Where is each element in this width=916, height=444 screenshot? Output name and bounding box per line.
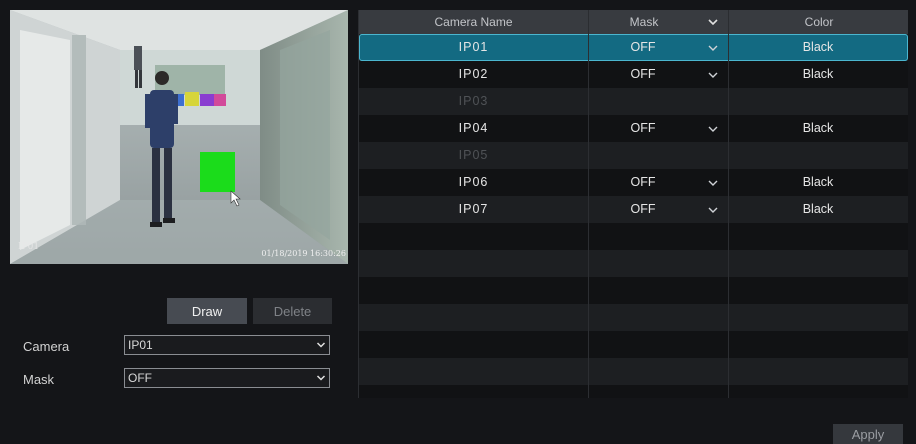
cell-mask[interactable]: OFF [588,115,698,142]
chevron-down-icon [708,45,718,51]
preview-image [10,10,348,264]
cell-color[interactable] [728,304,908,331]
mask-dropdown[interactable] [698,196,728,223]
cell-camera-name [359,250,588,277]
mask-dropdown[interactable] [698,61,728,88]
chevron-down-icon [708,126,718,132]
apply-button[interactable]: Apply [833,424,903,444]
header-mask-dropdown[interactable] [698,10,728,34]
chevron-down-icon [316,342,326,348]
privacy-mask-area [200,152,235,192]
header-camera-name: Camera Name [434,15,513,29]
cell-color[interactable] [728,358,908,385]
table-row[interactable] [359,223,908,250]
cell-mask[interactable]: OFF [588,169,698,196]
cell-mask[interactable] [588,142,698,169]
table-row[interactable]: IP06 OFF Black [359,169,908,196]
cell-mask[interactable] [588,331,698,358]
table-row[interactable] [359,277,908,304]
delete-button[interactable]: Delete [253,298,332,324]
table-row[interactable]: IP07 OFF Black [359,196,908,223]
cell-camera-name: IP01 [458,40,489,54]
cell-color[interactable] [728,331,908,358]
cell-camera-name: IP05 [458,148,489,162]
column-divider [588,34,589,398]
cell-camera-name: IP03 [458,94,489,108]
cell-color[interactable] [728,223,908,250]
cell-color[interactable] [728,142,908,169]
cell-camera-name: IP02 [458,67,489,81]
camera-select[interactable]: IP01 [124,335,330,355]
chevron-down-icon [708,72,718,78]
cell-mask[interactable] [588,304,698,331]
header-mask: Mask [588,10,699,34]
table-header: Camera Name Mask Color [359,10,908,34]
cell-color[interactable] [728,250,908,277]
camera-label: IP01 [18,242,40,252]
draw-button[interactable]: Draw [167,298,247,324]
table-row[interactable]: IP05 [359,142,908,169]
chevron-down-icon [708,207,718,213]
table-row[interactable] [359,385,908,398]
camera-preview[interactable]: IP01 01/18/2019 16:30:26 [10,10,348,264]
table-row[interactable]: IP03 [359,88,908,115]
cell-camera-name [359,358,588,385]
cell-camera-name [359,277,588,304]
cell-mask[interactable] [588,358,698,385]
cell-color[interactable] [728,277,908,304]
mask-dropdown[interactable] [698,115,728,142]
table-row[interactable] [359,304,908,331]
table-row[interactable] [359,358,908,385]
mask-select[interactable]: OFF [124,368,330,388]
cell-mask[interactable]: OFF [588,34,698,61]
table-row[interactable]: IP04 OFF Black [359,115,908,142]
camera-select-value: IP01 [128,338,153,352]
cell-camera-name [359,223,588,250]
cell-camera-name: IP06 [458,175,489,189]
chevron-down-icon [316,375,326,381]
timestamp: 01/18/2019 16:30:26 [261,249,346,258]
cell-mask[interactable] [588,385,698,398]
table-row[interactable]: IP01 OFF Black [359,34,908,61]
mask-settings-table: Camera Name Mask Color IP01 OFF Black IP02 O… [358,10,908,398]
chevron-down-icon [708,19,718,26]
mask-select-value: OFF [128,371,152,385]
cell-mask[interactable] [588,250,698,277]
table-row[interactable] [359,250,908,277]
cell-camera-name: IP07 [458,202,489,216]
cell-camera-name [359,331,588,358]
table-row[interactable]: IP02 OFF Black [359,61,908,88]
header-color: Color [728,10,908,34]
mask-label-text: Mask [23,372,55,387]
cell-color[interactable]: Black [728,61,908,88]
cell-mask[interactable]: OFF [588,61,698,88]
cell-color[interactable]: Black [728,34,908,61]
cell-mask[interactable] [588,223,698,250]
chevron-down-icon [708,180,718,186]
table-row[interactable] [359,331,908,358]
cell-color[interactable] [728,88,908,115]
cell-camera-name [359,385,588,398]
camera-label-text: Camera [23,339,70,354]
column-divider [728,34,729,398]
cell-mask[interactable] [588,277,698,304]
cell-color[interactable]: Black [728,115,908,142]
cell-mask[interactable]: OFF [588,196,698,223]
mask-dropdown[interactable] [698,34,728,61]
cell-mask[interactable] [588,88,698,115]
cell-color[interactable]: Black [728,169,908,196]
mask-dropdown[interactable] [698,169,728,196]
cell-camera-name [359,304,588,331]
cell-camera-name: IP04 [458,121,489,135]
cell-color[interactable]: Black [728,196,908,223]
cell-color[interactable] [728,385,908,398]
